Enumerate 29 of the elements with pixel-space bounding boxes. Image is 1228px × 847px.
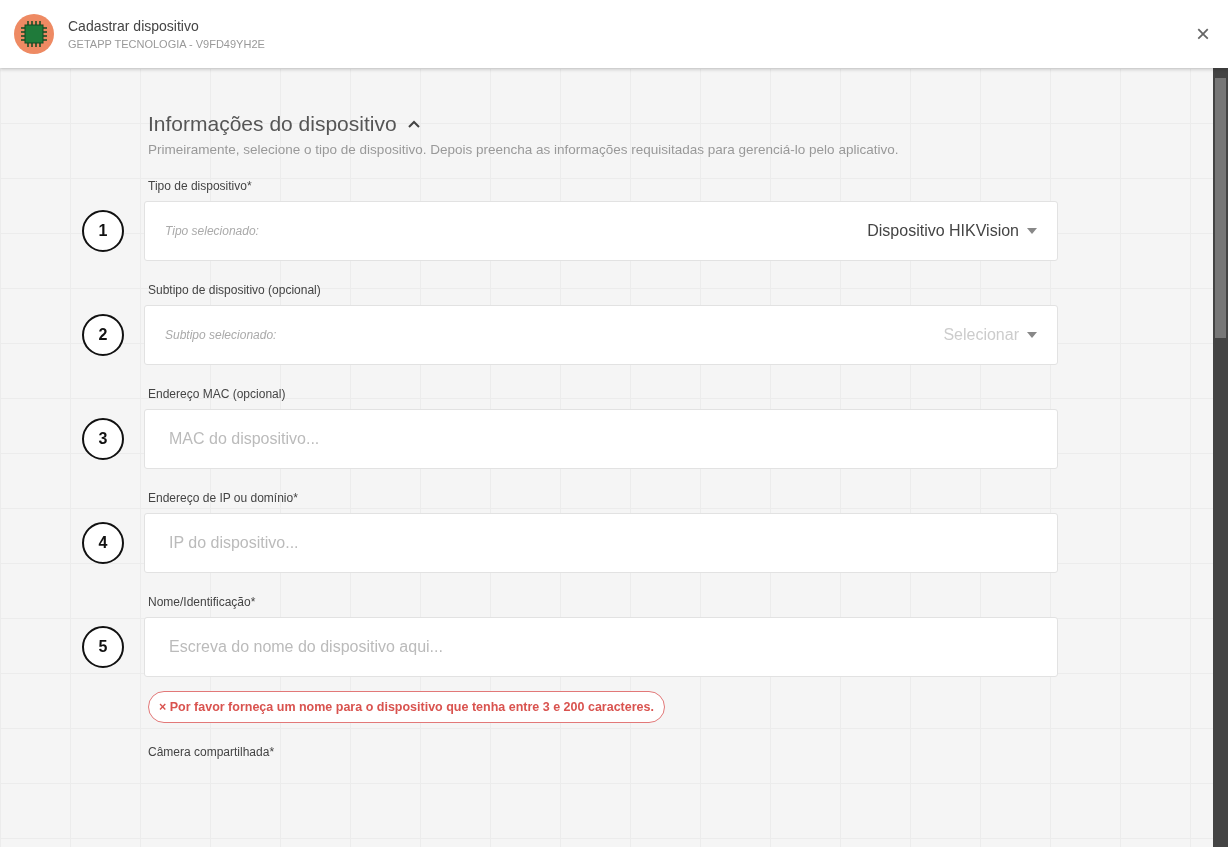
section-title: Informações do dispositivo — [148, 112, 397, 136]
collapse-chevron-icon[interactable] — [406, 119, 421, 129]
select-field[interactable]: Tipo selecionado: Dispositivo HIKVision — [144, 201, 1058, 261]
step-number: 5 — [82, 626, 124, 668]
field-label: Endereço MAC (opcional) — [148, 387, 287, 401]
scrollbar[interactable] — [1213, 68, 1228, 847]
field-label: Nome/Identificação* — [148, 595, 257, 609]
dialog-subtitle: GETAPP TECNOLOGIA - V9FD49YH2E — [68, 38, 266, 50]
close-button[interactable]: × — [1192, 20, 1214, 48]
field-label: Câmera compartilhada* — [148, 745, 276, 759]
input-field[interactable]: Escreva do nome do dispositivo aqui... — [144, 617, 1058, 677]
field-label: Endereço de IP ou domínio* — [148, 491, 299, 505]
field-label: Tipo de dispositivo* — [148, 179, 253, 193]
field-label: Subtipo de dispositivo (opcional) — [148, 283, 322, 297]
input-field[interactable]: IP do dispositivo... — [144, 513, 1058, 573]
select-prefix: Subtipo selecionado: — [165, 328, 277, 342]
select-value: Dispositivo HIKVision — [867, 222, 1019, 240]
step-number: 2 — [82, 314, 124, 356]
step-number: 4 — [82, 522, 124, 564]
step-number: 1 — [82, 210, 124, 252]
step-number: 3 — [82, 418, 124, 460]
error-message: × Por favor forneça um nome para o dispositivo que tenha entre 3 e 200 caracteres. — [148, 691, 665, 723]
section-description: Primeiramente, selecione o tipo de dispositivo. Depois preencha as informações requisitadas para gerenciá-lo pelo aplicativo. — [148, 142, 900, 157]
caret-icon — [1027, 228, 1037, 234]
input-field[interactable]: MAC do dispositivo... — [144, 409, 1058, 469]
dialog-title: Cadastrar dispositivo — [68, 18, 200, 34]
chip-logo-icon — [14, 14, 54, 54]
select-prefix: Tipo selecionado: — [165, 224, 259, 238]
caret-icon — [1027, 332, 1037, 338]
